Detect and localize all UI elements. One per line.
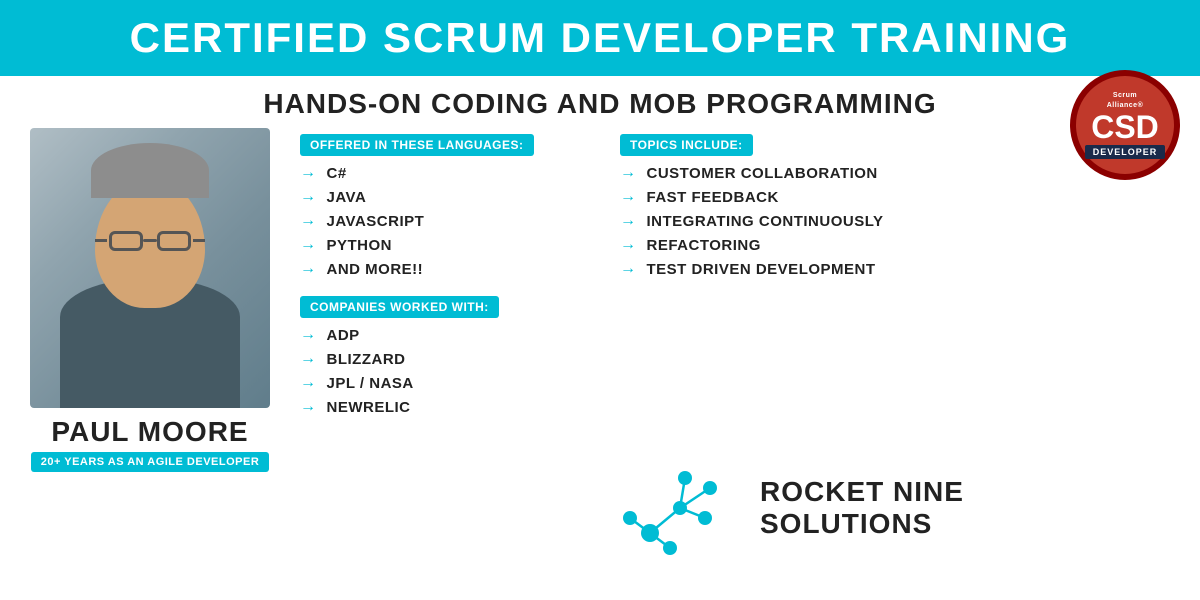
- network-logo-icon: [620, 458, 740, 558]
- page-title: CERTIFIED SCRUM DEVELOPER TRAINING: [20, 14, 1180, 62]
- company-item: NEWRELIC: [327, 399, 411, 416]
- languages-list: → C# → JAVA → JAVASCRIPT → PYTHON: [300, 164, 600, 278]
- list-item: → TEST DRIVEN DEVELOPMENT: [620, 260, 1180, 278]
- csd-badge: ScrumAlliance® CSD DEVELOPER: [1070, 70, 1180, 180]
- list-item: → BLIZZARD: [300, 350, 600, 368]
- topics-label: TOPICS INCLUDE:: [620, 134, 753, 156]
- list-item: → JAVASCRIPT: [300, 212, 600, 230]
- language-item: AND MORE!!: [327, 261, 424, 278]
- arrow-icon: →: [300, 350, 317, 368]
- arrow-icon: →: [620, 188, 637, 206]
- company-name-line1: ROCKET NINE: [760, 476, 964, 508]
- arrow-icon: →: [300, 212, 317, 230]
- language-item: JAVASCRIPT: [327, 213, 425, 230]
- list-item: → ADP: [300, 326, 600, 344]
- right-column: TOPICS INCLUDE: → CUSTOMER COLLABORATION…: [620, 128, 1180, 568]
- company-name-line2: SOLUTIONS: [760, 508, 964, 540]
- companies-label: COMPANIES WORKED WITH:: [300, 296, 499, 318]
- middle-column: OFFERED IN THESE LANGUAGES: → C# → JAVA …: [300, 128, 600, 568]
- arrow-icon: →: [620, 212, 637, 230]
- arrow-icon: →: [300, 188, 317, 206]
- list-item: → REFACTORING: [620, 236, 1180, 254]
- arrow-icon: →: [300, 326, 317, 344]
- arrow-icon: →: [300, 398, 317, 416]
- list-item: → FAST FEEDBACK: [620, 188, 1180, 206]
- person-column: PAUL MOORE 20+ YEARS AS AN AGILE DEVELOP…: [20, 128, 280, 568]
- languages-label: OFFERED IN THESE LANGUAGES:: [300, 134, 534, 156]
- list-item: → C#: [300, 164, 600, 182]
- glasses-decoration: [105, 231, 195, 253]
- subheader-section: HANDS-ON CODING AND MOB PROGRAMMING: [0, 76, 1200, 128]
- person-title: 20+ YEARS AS AN AGILE DEVELOPER: [31, 452, 270, 472]
- language-item: C#: [327, 165, 347, 182]
- topic-item: INTEGRATING CONTINUOUSLY: [647, 213, 884, 230]
- list-item: → JPL / NASA: [300, 374, 600, 392]
- list-item: → JAVA: [300, 188, 600, 206]
- language-item: JAVA: [327, 189, 367, 206]
- badge-brand: ScrumAlliance®: [1107, 91, 1144, 111]
- companies-section: COMPANIES WORKED WITH: → ADP → BLIZZARD …: [300, 296, 600, 416]
- company-logo-section: ROCKET NINE SOLUTIONS: [620, 458, 1180, 568]
- topic-item: REFACTORING: [647, 237, 761, 254]
- list-item: → NEWRELIC: [300, 398, 600, 416]
- company-item: ADP: [327, 327, 360, 344]
- person-photo: [30, 128, 270, 408]
- list-item: → INTEGRATING CONTINUOUSLY: [620, 212, 1180, 230]
- languages-section: OFFERED IN THESE LANGUAGES: → C# → JAVA …: [300, 134, 600, 278]
- arrow-icon: →: [300, 164, 317, 182]
- arrow-icon: →: [620, 260, 637, 278]
- topics-list: → CUSTOMER COLLABORATION → FAST FEEDBACK…: [620, 164, 1180, 278]
- list-item: → AND MORE!!: [300, 260, 600, 278]
- person-name: PAUL MOORE: [51, 416, 248, 448]
- topic-item: TEST DRIVEN DEVELOPMENT: [647, 261, 876, 278]
- main-content: PAUL MOORE 20+ YEARS AS AN AGILE DEVELOP…: [0, 128, 1200, 568]
- header-banner: CERTIFIED SCRUM DEVELOPER TRAINING: [0, 0, 1200, 76]
- company-name: ROCKET NINE SOLUTIONS: [760, 476, 964, 540]
- arrow-icon: →: [300, 236, 317, 254]
- arrow-icon: →: [620, 236, 637, 254]
- language-item: PYTHON: [327, 237, 393, 254]
- badge-code: CSD: [1091, 111, 1159, 143]
- badge-type: DEVELOPER: [1085, 145, 1166, 159]
- subheader-title: HANDS-ON CODING AND MOB PROGRAMMING: [20, 88, 1180, 120]
- companies-list: → ADP → BLIZZARD → JPL / NASA → NEWRELIC: [300, 326, 600, 416]
- list-item: → PYTHON: [300, 236, 600, 254]
- arrow-icon: →: [300, 374, 317, 392]
- company-item: BLIZZARD: [327, 351, 406, 368]
- topic-item: CUSTOMER COLLABORATION: [647, 165, 878, 182]
- arrow-icon: →: [300, 260, 317, 278]
- arrow-icon: →: [620, 164, 637, 182]
- company-item: JPL / NASA: [327, 375, 414, 392]
- topic-item: FAST FEEDBACK: [647, 189, 779, 206]
